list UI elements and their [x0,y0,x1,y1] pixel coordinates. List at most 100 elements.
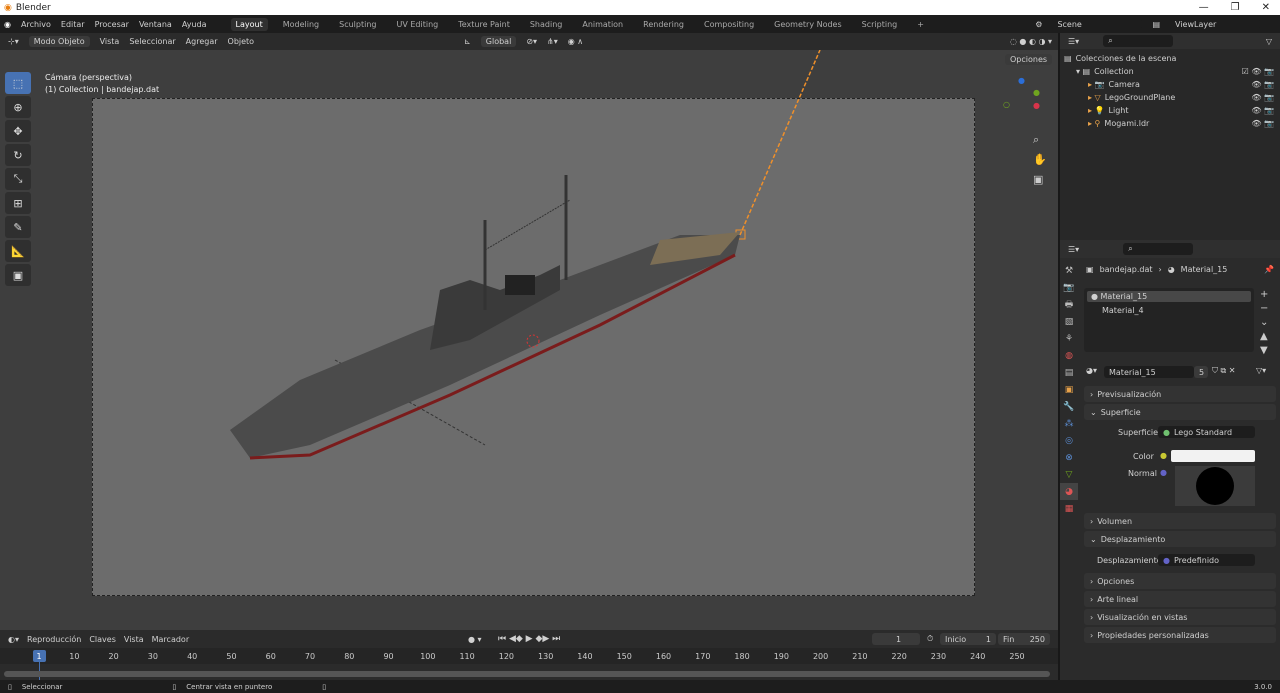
outliner-item-mogami[interactable]: Mogami.ldr [1104,119,1149,128]
stopwatch-icon[interactable]: ⏱ [927,634,933,644]
object-tab-icon[interactable]: ▣ [1060,381,1078,398]
panel-displacement[interactable]: ⌄ Desplazamiento [1084,531,1276,547]
cursor-tool-icon[interactable]: ⊕ [5,96,31,118]
transform-tool-icon[interactable]: ⊞ [5,192,31,214]
3d-viewport[interactable]: Cámara (perspectiva) (1) Collection | ba… [0,50,1058,630]
menu-seleccionar[interactable]: Seleccionar [129,37,175,46]
modifier-tab-icon[interactable]: 🔧 [1060,398,1078,415]
timeline-scrollbar[interactable] [4,671,1050,677]
maximize-button[interactable]: ❐ [1231,2,1240,13]
menu-vista-timeline[interactable]: Vista [124,635,144,644]
mode-selector[interactable]: Modo Objeto [28,36,90,47]
move-up-button[interactable]: ▲ [1260,330,1268,344]
panel-options[interactable]: › Opciones [1084,573,1276,589]
editor-type-icon[interactable]: ⊹▾ [8,37,19,46]
remove-slot-button[interactable]: − [1260,302,1268,316]
tab-shading[interactable]: Shading [525,18,568,31]
menu-vista[interactable]: Vista [100,37,120,46]
tab-compositing[interactable]: Compositing [699,18,759,31]
tab-modeling[interactable]: Modeling [278,18,324,31]
displacement-field[interactable]: ● Predefinido [1158,554,1255,566]
add-cube-tool-icon[interactable]: ▣ [5,264,31,286]
close-button[interactable]: ✕ [1262,2,1270,13]
output-tab-icon[interactable]: 🖶 [1060,296,1078,313]
menu-objeto[interactable]: Objeto [228,37,255,46]
physics-tab-icon[interactable]: ◎ [1060,432,1078,449]
data-tab-icon[interactable]: ▽ [1060,466,1078,483]
slot-menu-button[interactable]: ⌄ [1260,316,1268,330]
menu-editar[interactable]: Editar [61,20,85,29]
move-tool-icon[interactable]: ✥ [5,120,31,142]
add-workspace-button[interactable]: + [912,18,929,31]
material-name-field[interactable]: Material_15 [1104,366,1194,378]
blender-menu-icon[interactable]: ◉ [4,20,11,29]
panel-line-art[interactable]: › Arte lineal [1084,591,1276,607]
material-actions-icons[interactable]: ⛉ ⧉ ✕ [1212,366,1236,376]
tab-uv-editing[interactable]: UV Editing [391,18,443,31]
navigation-gizmo[interactable]: ● ● ● ○ [998,76,1048,126]
menu-ayuda[interactable]: Ayuda [182,20,207,29]
surface-shader-field[interactable]: ● Lego Standard [1158,426,1255,438]
pivot-icon[interactable]: ⊘▾ [526,37,537,46]
options-button[interactable]: Opciones [1005,54,1053,65]
constraints-tab-icon[interactable]: ⊗ [1060,449,1078,466]
texture-tab-icon[interactable]: ▦ [1060,500,1078,517]
pin-icon[interactable]: 📌 [1264,265,1274,274]
outliner-editor-icon[interactable]: ☰▾ [1068,37,1079,46]
playback-controls[interactable]: ⏮ ◀◆ ▶ ◆▶ ⏭ [498,634,560,644]
start-frame-field[interactable]: Inicio 1 [940,633,996,645]
select-box-tool-icon[interactable]: ⬚ [5,72,31,94]
camera-view-icon[interactable]: ▣ [1033,170,1047,190]
menu-claves[interactable]: Claves [89,635,116,644]
zoom-icon[interactable]: ⌕ [1033,130,1047,150]
material-slot[interactable]: ● Material_15 [1087,291,1251,302]
properties-editor-icon[interactable]: ☰▾ [1068,245,1079,254]
tool-tab-icon[interactable]: ⚒ [1060,262,1078,279]
tab-scripting[interactable]: Scripting [857,18,903,31]
minimize-button[interactable]: — [1199,2,1209,13]
scene-selector[interactable]: Scene [1052,18,1143,30]
link-selector-icon[interactable]: ▽▾ [1256,366,1266,375]
outliner-item-groundplane[interactable]: LegoGroundPlane [1105,93,1176,102]
menu-ventana[interactable]: Ventana [139,20,172,29]
panel-custom-properties[interactable]: › Propiedades personalizadas [1084,627,1276,643]
panel-volume[interactable]: › Volumen [1084,513,1276,529]
render-tab-icon[interactable]: 📷 [1060,279,1078,296]
pan-hand-icon[interactable]: ✋ [1033,150,1047,170]
material-tab-icon[interactable]: ◕ [1060,483,1078,500]
tab-texture-paint[interactable]: Texture Paint [453,18,515,31]
record-button[interactable]: ● ▾ [468,635,482,644]
tab-geometry-nodes[interactable]: Geometry Nodes [769,18,846,31]
end-frame-field[interactable]: Fin 250 [998,633,1050,645]
material-slot[interactable]: Material_4 [1087,305,1251,316]
panel-surface[interactable]: ⌄ Superficie [1084,404,1276,420]
snap-icon[interactable]: ⋔▾ [547,37,558,46]
color-swatch[interactable] [1171,450,1255,462]
outliner-search-input[interactable]: ⌕ [1103,35,1174,47]
outliner-item-camera[interactable]: Camera [1109,80,1140,89]
annotate-tool-icon[interactable]: ✎ [5,216,31,238]
tab-animation[interactable]: Animation [577,18,628,31]
normal-preview[interactable] [1175,466,1255,506]
menu-archivo[interactable]: Archivo [21,20,51,29]
outliner-item-light[interactable]: Light [1109,106,1129,115]
tab-sculpting[interactable]: Sculpting [334,18,381,31]
tab-layout[interactable]: Layout [230,17,268,31]
current-frame-field[interactable]: 1 [872,633,920,645]
add-slot-button[interactable]: + [1260,288,1268,302]
timeline-editor-icon[interactable]: ◐▾ [8,635,19,644]
filter-icon[interactable]: ▽ [1266,37,1280,46]
panel-viewport-display[interactable]: › Visualización en vistas [1084,609,1276,625]
outliner-collection[interactable]: Collection [1094,67,1134,76]
move-down-button[interactable]: ▼ [1260,344,1268,358]
collection-tab-icon[interactable]: ▤ [1060,364,1078,381]
transform-orientation-selector[interactable]: Global [480,36,517,47]
menu-agregar[interactable]: Agregar [186,37,218,46]
shading-modes-icon[interactable]: ◌ ● ◐ ◑ ▾ [1010,37,1052,46]
particles-tab-icon[interactable]: ⁂ [1060,415,1078,432]
scene-tab-icon[interactable]: ⚘ [1060,330,1078,347]
menu-reproduccion[interactable]: Reproducción [27,635,81,644]
scale-tool-icon[interactable]: ⤡ [5,168,31,190]
properties-search-input[interactable]: ⌕ [1123,243,1194,255]
menu-marcador[interactable]: Marcador [152,635,189,644]
